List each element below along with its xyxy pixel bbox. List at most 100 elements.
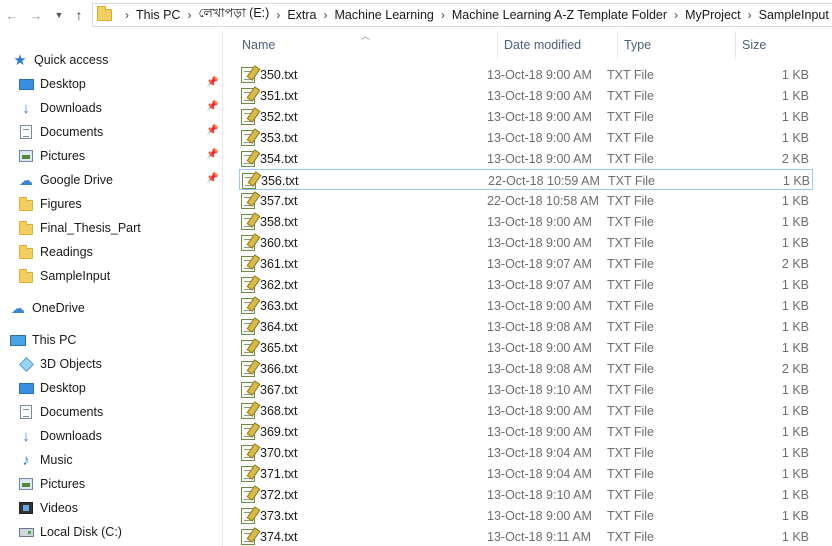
nav-pc-pictures[interactable]: Pictures — [0, 473, 222, 495]
file-type: TXT File — [607, 529, 654, 544]
file-row[interactable]: 370.txt 13-Oct-18 9:04 AM TXT File 1 KB — [239, 442, 813, 463]
nav-pc-desktop[interactable]: Desktop — [0, 377, 222, 399]
nav-pc-documents[interactable]: Documents — [0, 401, 222, 423]
nav-quick-documents[interactable]: Documents 📌 — [0, 121, 222, 143]
file-size: 1 KB — [782, 173, 810, 188]
pin-icon[interactable]: 📌 — [206, 101, 218, 112]
nav-onedrive[interactable]: ☁ OneDrive — [0, 297, 222, 319]
chevron-right-icon[interactable]: › — [674, 8, 678, 22]
breadcrumb-myproject[interactable]: MyProject — [685, 8, 741, 22]
file-row[interactable]: 374.txt 13-Oct-18 9:11 AM TXT File 1 KB — [239, 526, 813, 546]
column-header-row: ︿ Name Date modified Type Size — [223, 31, 832, 59]
file-date-modified: 13-Oct-18 9:00 AM — [487, 298, 592, 313]
nav-pc-downloads[interactable]: ↓ Downloads — [0, 425, 222, 447]
file-type: TXT File — [607, 445, 654, 460]
text-file-icon — [241, 108, 255, 125]
file-row[interactable]: 373.txt 13-Oct-18 9:00 AM TXT File 1 KB — [239, 505, 813, 526]
breadcrumb-extra[interactable]: Extra — [287, 8, 316, 22]
forward-arrow-icon[interactable]: → — [28, 6, 44, 24]
pin-icon[interactable]: 📌 — [206, 77, 218, 88]
recent-locations-chevron-icon[interactable]: ▼ — [51, 6, 67, 24]
column-header-name[interactable]: Name — [236, 31, 498, 59]
file-row[interactable]: 365.txt 13-Oct-18 9:00 AM TXT File 1 KB — [239, 337, 813, 358]
file-row[interactable]: 362.txt 13-Oct-18 9:07 AM TXT File 1 KB — [239, 274, 813, 295]
column-header-size[interactable]: Size — [735, 31, 815, 59]
file-date-modified: 13-Oct-18 9:11 AM — [487, 529, 591, 544]
breadcrumb-machine-learning[interactable]: Machine Learning — [335, 8, 434, 22]
file-name-cell: 364.txt — [241, 316, 298, 337]
file-name-cell: 367.txt — [241, 379, 298, 400]
breadcrumb-sampleinput[interactable]: SampleInput — [759, 8, 829, 22]
file-row[interactable]: 367.txt 13-Oct-18 9:10 AM TXT File 1 KB — [239, 379, 813, 400]
file-type: TXT File — [607, 298, 654, 313]
pin-icon[interactable]: 📌 — [206, 149, 218, 160]
nav-quick-access[interactable]: ★ Quick access — [0, 49, 222, 71]
pin-icon[interactable]: 📌 — [206, 173, 218, 184]
nav-label: OneDrive — [32, 301, 85, 315]
file-row[interactable]: 352.txt 13-Oct-18 9:00 AM TXT File 1 KB — [239, 106, 813, 127]
file-name: 371.txt — [260, 466, 298, 481]
file-name-cell: 352.txt — [241, 106, 298, 127]
nav-quick-figures[interactable]: Figures — [0, 193, 222, 215]
file-row[interactable]: 357.txt 22-Oct-18 10:58 AM TXT File 1 KB — [239, 190, 813, 211]
file-type: TXT File — [607, 319, 654, 334]
nav-pc-3d-objects[interactable]: 3D Objects — [0, 353, 222, 375]
file-row[interactable]: 372.txt 13-Oct-18 9:10 AM TXT File 1 KB — [239, 484, 813, 505]
file-size: 1 KB — [781, 508, 809, 523]
file-row[interactable]: 360.txt 13-Oct-18 9:00 AM TXT File 1 KB — [239, 232, 813, 253]
nav-label: Figures — [40, 197, 82, 211]
back-arrow-icon[interactable]: ← — [4, 6, 20, 24]
text-file-icon — [241, 297, 255, 314]
up-arrow-icon[interactable]: ↑ — [71, 6, 87, 24]
chevron-right-icon[interactable]: › — [324, 8, 328, 22]
file-row[interactable]: 356.txt 22-Oct-18 10:59 AM TXT File 1 KB — [239, 169, 813, 190]
nav-quick-sampleinput[interactable]: SampleInput — [0, 265, 222, 287]
file-row[interactable]: 363.txt 13-Oct-18 9:00 AM TXT File 1 KB — [239, 295, 813, 316]
chevron-right-icon[interactable]: › — [125, 8, 129, 22]
file-row[interactable]: 358.txt 13-Oct-18 9:00 AM TXT File 1 KB — [239, 211, 813, 232]
file-row[interactable]: 354.txt 13-Oct-18 9:00 AM TXT File 2 KB — [239, 148, 813, 169]
file-size: 1 KB — [781, 67, 809, 82]
file-name: 352.txt — [260, 109, 298, 124]
file-size: 1 KB — [781, 298, 809, 313]
breadcrumb-template-folder[interactable]: Machine Learning A-Z Template Folder — [452, 8, 667, 22]
file-row[interactable]: 366.txt 13-Oct-18 9:08 AM TXT File 2 KB — [239, 358, 813, 379]
pictures-icon — [19, 478, 33, 490]
file-row[interactable]: 364.txt 13-Oct-18 9:08 AM TXT File 1 KB — [239, 316, 813, 337]
file-row[interactable]: 361.txt 13-Oct-18 9:07 AM TXT File 2 KB — [239, 253, 813, 274]
chevron-right-icon[interactable]: › — [276, 8, 280, 22]
nav-quick-downloads[interactable]: ↓ Downloads 📌 — [0, 97, 222, 119]
file-row[interactable]: 350.txt 13-Oct-18 9:00 AM TXT File 1 KB — [239, 64, 813, 85]
breadcrumb-drive-e[interactable]: লেখাপড়া (E:) — [198, 5, 269, 25]
chevron-right-icon[interactable]: › — [748, 8, 752, 22]
chevron-right-icon[interactable]: › — [441, 8, 445, 22]
text-file-icon — [241, 87, 255, 104]
nav-pc-music[interactable]: ♪ Music — [0, 449, 222, 471]
nav-pc-videos[interactable]: Videos — [0, 497, 222, 519]
file-name-cell: 373.txt — [241, 505, 298, 526]
column-header-date[interactable]: Date modified — [497, 31, 617, 59]
file-name: 369.txt — [260, 424, 298, 439]
file-row[interactable]: 353.txt 13-Oct-18 9:00 AM TXT File 1 KB — [239, 127, 813, 148]
nav-this-pc[interactable]: This PC — [0, 329, 222, 351]
column-header-type[interactable]: Type — [617, 31, 735, 59]
address-bar[interactable]: › This PC › লেখাপড়া (E:) › Extra › Mach… — [92, 3, 832, 27]
nav-quick-readings[interactable]: Readings — [0, 241, 222, 263]
file-row[interactable]: 368.txt 13-Oct-18 9:00 AM TXT File 1 KB — [239, 400, 813, 421]
text-file-icon — [241, 381, 255, 398]
breadcrumb-this-pc[interactable]: This PC — [136, 8, 180, 22]
nav-quick-desktop[interactable]: Desktop 📌 — [0, 73, 222, 95]
file-name: 360.txt — [260, 235, 298, 250]
file-row[interactable]: 351.txt 13-Oct-18 9:00 AM TXT File 1 KB — [239, 85, 813, 106]
file-size: 1 KB — [781, 424, 809, 439]
chevron-right-icon[interactable]: › — [187, 8, 191, 22]
nav-pc-local-disk[interactable]: Local Disk (C:) — [0, 521, 222, 543]
nav-quick-google-drive[interactable]: ☁ Google Drive 📌 — [0, 169, 222, 191]
nav-quick-pictures[interactable]: Pictures 📌 — [0, 145, 222, 167]
download-arrow-icon: ↓ — [22, 427, 30, 445]
file-row[interactable]: 371.txt 13-Oct-18 9:04 AM TXT File 1 KB — [239, 463, 813, 484]
file-date-modified: 13-Oct-18 9:00 AM — [487, 214, 592, 229]
pin-icon[interactable]: 📌 — [206, 125, 218, 136]
file-row[interactable]: 369.txt 13-Oct-18 9:00 AM TXT File 1 KB — [239, 421, 813, 442]
nav-quick-final-thesis[interactable]: Final_Thesis_Part — [0, 217, 222, 239]
